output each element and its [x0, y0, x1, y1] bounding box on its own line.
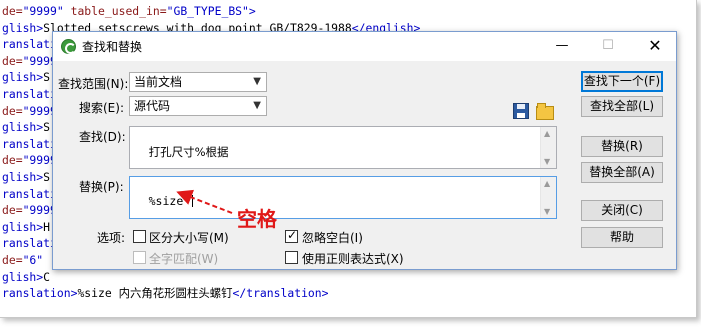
code-token: de=: [2, 103, 23, 118]
open-folder-icon[interactable]: [536, 103, 554, 120]
match-case-label[interactable]: 区分大小写(M): [149, 229, 229, 246]
code-token: de=: [2, 203, 23, 218]
search-in-value: 源代码: [134, 99, 171, 113]
replace-button[interactable]: 替换(R): [581, 136, 663, 157]
maximize-button[interactable]: ☐: [585, 32, 631, 61]
code-token: table_used_in=: [63, 4, 167, 18]
code-token: glish>: [2, 120, 44, 135]
minimize-button[interactable]: —: [539, 32, 585, 61]
code-line: glish>H: [2, 220, 50, 234]
scroll-up-icon[interactable]: ▲: [544, 179, 550, 188]
code-token: glish>: [2, 269, 44, 284]
code-line: glish>C: [2, 270, 50, 284]
scope-dropdown[interactable]: 当前文档 ▼: [129, 72, 267, 92]
code-token: glish>: [2, 20, 44, 35]
code-token: "9999": [22, 4, 64, 18]
close-window-button[interactable]: ✕: [632, 32, 678, 61]
replace-input-text: %size: [148, 194, 191, 208]
code-line: glish>S: [2, 170, 50, 184]
chevron-down-icon: ▼: [253, 76, 261, 87]
whole-word-label: 全字匹配(W): [149, 252, 219, 266]
scroll-up-icon[interactable]: ▲: [544, 129, 550, 138]
scroll-down-icon[interactable]: ▼: [544, 207, 550, 216]
code-token: </translation>: [232, 286, 329, 301]
regex-label[interactable]: 使用正则表达式(X): [302, 250, 404, 267]
find-input[interactable]: 打孔尺寸%根据 ▲ ▼: [129, 126, 557, 169]
code-line: de="9999: [2, 54, 57, 68]
text-caret: [192, 195, 194, 207]
code-token: H: [43, 219, 51, 234]
find-replace-dialog: 查找和替换 — ☐ ✕ 查找范围(N): 当前文档 ▼ 搜索(E): 源代码 ▼…: [52, 31, 677, 270]
code-token: ranslation>: [2, 286, 78, 301]
help-button[interactable]: 帮助: [581, 227, 663, 248]
find-label: 查找(D):: [79, 130, 126, 144]
annotation-label: 空格: [237, 207, 277, 231]
code-line: de="9999: [2, 153, 57, 167]
find-input-text: 打孔尺寸%根据: [148, 145, 229, 159]
code-token: de=: [2, 53, 23, 68]
code-line: glish>S: [2, 120, 50, 134]
code-token: "GB_TYPE_BS": [166, 4, 249, 18]
code-token: de=: [2, 153, 23, 168]
code-token: "6": [22, 253, 44, 267]
match-case-checkbox[interactable]: [133, 230, 146, 243]
code-line: de="9999: [2, 104, 57, 118]
code-line: ranslation>%size 内六角花形圆柱头螺钉</translation…: [2, 286, 329, 300]
code-line: de="9999: [2, 203, 57, 217]
save-icon[interactable]: [513, 103, 529, 119]
app-logo-icon: [61, 39, 76, 54]
code-token: glish>: [2, 70, 44, 85]
code-token: S: [43, 120, 51, 135]
code-line: glish>S: [2, 70, 50, 84]
whole-word-checkbox: [133, 251, 146, 264]
ignore-whitespace-checkbox[interactable]: [285, 228, 298, 243]
options-label: 选项:: [97, 231, 126, 245]
dialog-titlebar: 查找和替换 — ☐ ✕: [53, 32, 676, 61]
code-token: glish>: [2, 219, 44, 234]
code-line: de="6": [2, 253, 43, 267]
find-scrollbar[interactable]: ▲ ▼: [540, 127, 556, 168]
close-button[interactable]: 关闭(C): [581, 200, 663, 221]
chevron-down-icon: ▼: [253, 100, 261, 111]
code-token: de=: [2, 4, 23, 18]
search-in-label: 搜索(E):: [79, 101, 124, 115]
find-next-button[interactable]: 查找下一个(F): [581, 71, 663, 92]
replace-label: 替换(P):: [79, 180, 124, 194]
code-token: de=: [2, 253, 23, 267]
find-all-button[interactable]: 查找全部(L): [581, 96, 663, 117]
code-token: S: [43, 170, 51, 184]
replace-all-button[interactable]: 替换全部(A): [581, 162, 663, 183]
code-line: de="9999" table_used_in="GB_TYPE_BS">: [2, 4, 256, 18]
code-token: S: [43, 70, 51, 85]
code-token: C: [43, 269, 51, 284]
scope-label: 查找范围(N):: [58, 77, 129, 91]
dialog-title: 查找和替换: [82, 40, 143, 54]
scope-value: 当前文档: [134, 75, 183, 89]
regex-checkbox[interactable]: [285, 251, 298, 264]
scroll-down-icon[interactable]: ▼: [544, 157, 550, 166]
replace-scrollbar[interactable]: ▲ ▼: [540, 177, 556, 218]
replace-input[interactable]: %size ▲ ▼: [129, 176, 557, 219]
code-token: >: [248, 4, 256, 18]
code-token: glish>: [2, 170, 44, 184]
code-token: %size 内六角花形圆柱头螺钉: [77, 286, 233, 301]
ignore-whitespace-label[interactable]: 忽略空白(I): [302, 229, 363, 246]
search-in-dropdown[interactable]: 源代码 ▼: [129, 96, 267, 116]
